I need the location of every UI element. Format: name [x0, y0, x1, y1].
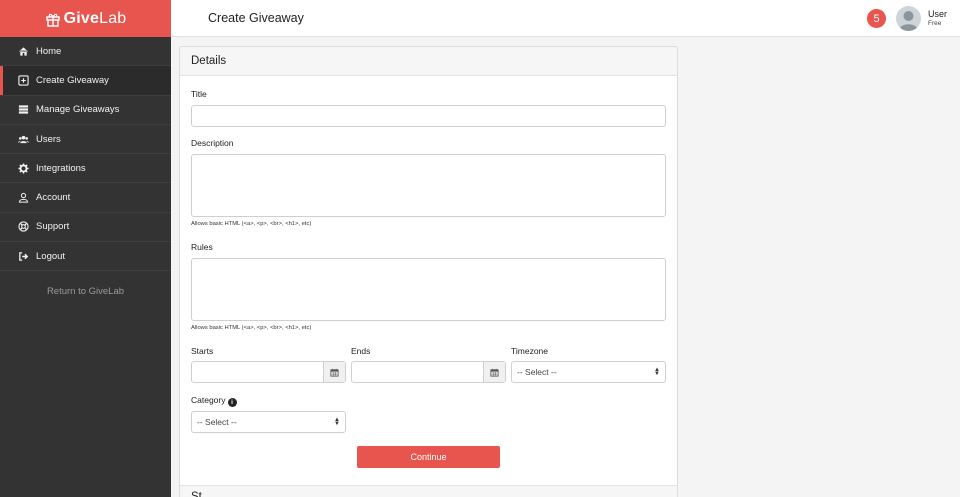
description-help-text: Allows basic HTML (<a>, <p>, <br>, <h1>,…: [191, 221, 312, 227]
select-caret-icon: ▲ ▼: [334, 417, 340, 427]
details-card: Details Title Description Allows basic H…: [179, 46, 678, 497]
sidebar-item-account[interactable]: Account: [0, 183, 171, 213]
sidebar-item-create-giveaway[interactable]: Create Giveaway: [0, 66, 171, 96]
avatar[interactable]: [896, 6, 921, 31]
sidebar-item-label: Users: [36, 133, 61, 145]
user-avatar-icon: [899, 11, 918, 31]
category-select[interactable]: -- Select -- ▲ ▼: [191, 411, 346, 433]
user-icon: [18, 192, 29, 203]
notification-badge[interactable]: 5: [867, 9, 886, 28]
calendar-icon: [490, 368, 499, 377]
sidebar-item-label: Integrations: [36, 162, 86, 174]
sidebar-item-label: Account: [36, 192, 71, 204]
sidebar-item-home[interactable]: Home: [0, 37, 171, 67]
gift-logo-icon: [45, 13, 60, 27]
user-plan: Free: [928, 20, 942, 27]
ends-label: Ends: [351, 346, 371, 356]
timezone-label: Timezone: [511, 346, 549, 356]
timezone-selected-value: -- Select --: [517, 367, 557, 377]
title-label: Title: [191, 89, 207, 99]
calendar-icon: [330, 368, 339, 377]
category-selected-value: -- Select --: [197, 417, 237, 427]
sidebar-item-support[interactable]: Support: [0, 213, 171, 243]
page-title: Create Giveaway: [208, 11, 304, 25]
sidebar-item-manage-giveaways[interactable]: Manage Giveaways: [0, 96, 171, 125]
sidebar-item-label: Create Giveaway: [36, 74, 109, 86]
logout-icon: [19, 251, 29, 261]
info-icon[interactable]: i: [227, 398, 237, 407]
user-name[interactable]: User: [928, 9, 947, 19]
continue-button[interactable]: Continue: [357, 446, 500, 468]
ends-calendar-button[interactable]: [483, 362, 505, 382]
sidebar-item-integrations[interactable]: Integrations: [0, 154, 171, 184]
description-label: Description: [191, 138, 234, 148]
rules-textarea[interactable]: [191, 258, 666, 321]
ends-date-input[interactable]: [351, 361, 506, 383]
home-icon: [18, 47, 29, 56]
starts-calendar-button[interactable]: [323, 362, 345, 382]
details-section-title: Details: [180, 47, 677, 76]
top-header: Create Giveaway 5 User Free: [171, 0, 960, 37]
gear-icon: [18, 163, 29, 174]
title-input[interactable]: [191, 105, 666, 127]
users-icon: [18, 135, 29, 143]
plus-square-icon: [18, 75, 29, 86]
sidebar-item-users[interactable]: Users: [0, 125, 171, 155]
lifebuoy-icon: [18, 221, 29, 233]
rules-help-text: Allows basic HTML (<a>, <p>, <br>, <h1>,…: [191, 325, 312, 331]
brand-name: GiveLab: [63, 9, 127, 27]
sidebar-item-label: Support: [36, 221, 70, 233]
starts-date-input[interactable]: [191, 361, 346, 383]
sidebar-nav: Home Create Giveaway Manage Giveaways Us…: [0, 37, 171, 272]
category-label: Category i: [191, 395, 237, 407]
list-icon: [18, 105, 29, 114]
sidebar-item-logout[interactable]: Logout: [0, 242, 171, 272]
sidebar-item-label: Logout: [36, 250, 66, 262]
select-caret-icon: ▲ ▼: [654, 367, 660, 377]
brand-logo[interactable]: GiveLab: [0, 0, 171, 37]
sidebar: GiveLab Home Create Giveaway Manage Give…: [0, 0, 171, 497]
return-to-givelab-link[interactable]: Return to GiveLab: [0, 286, 171, 297]
timezone-select[interactable]: -- Select -- ▲ ▼: [511, 361, 666, 383]
rules-label: Rules: [191, 242, 213, 252]
starts-label: Starts: [191, 346, 214, 356]
next-section-title: St: [180, 485, 677, 497]
sidebar-item-label: Manage Giveaways: [36, 104, 120, 116]
sidebar-item-label: Home: [36, 45, 62, 57]
description-textarea[interactable]: [191, 154, 666, 217]
